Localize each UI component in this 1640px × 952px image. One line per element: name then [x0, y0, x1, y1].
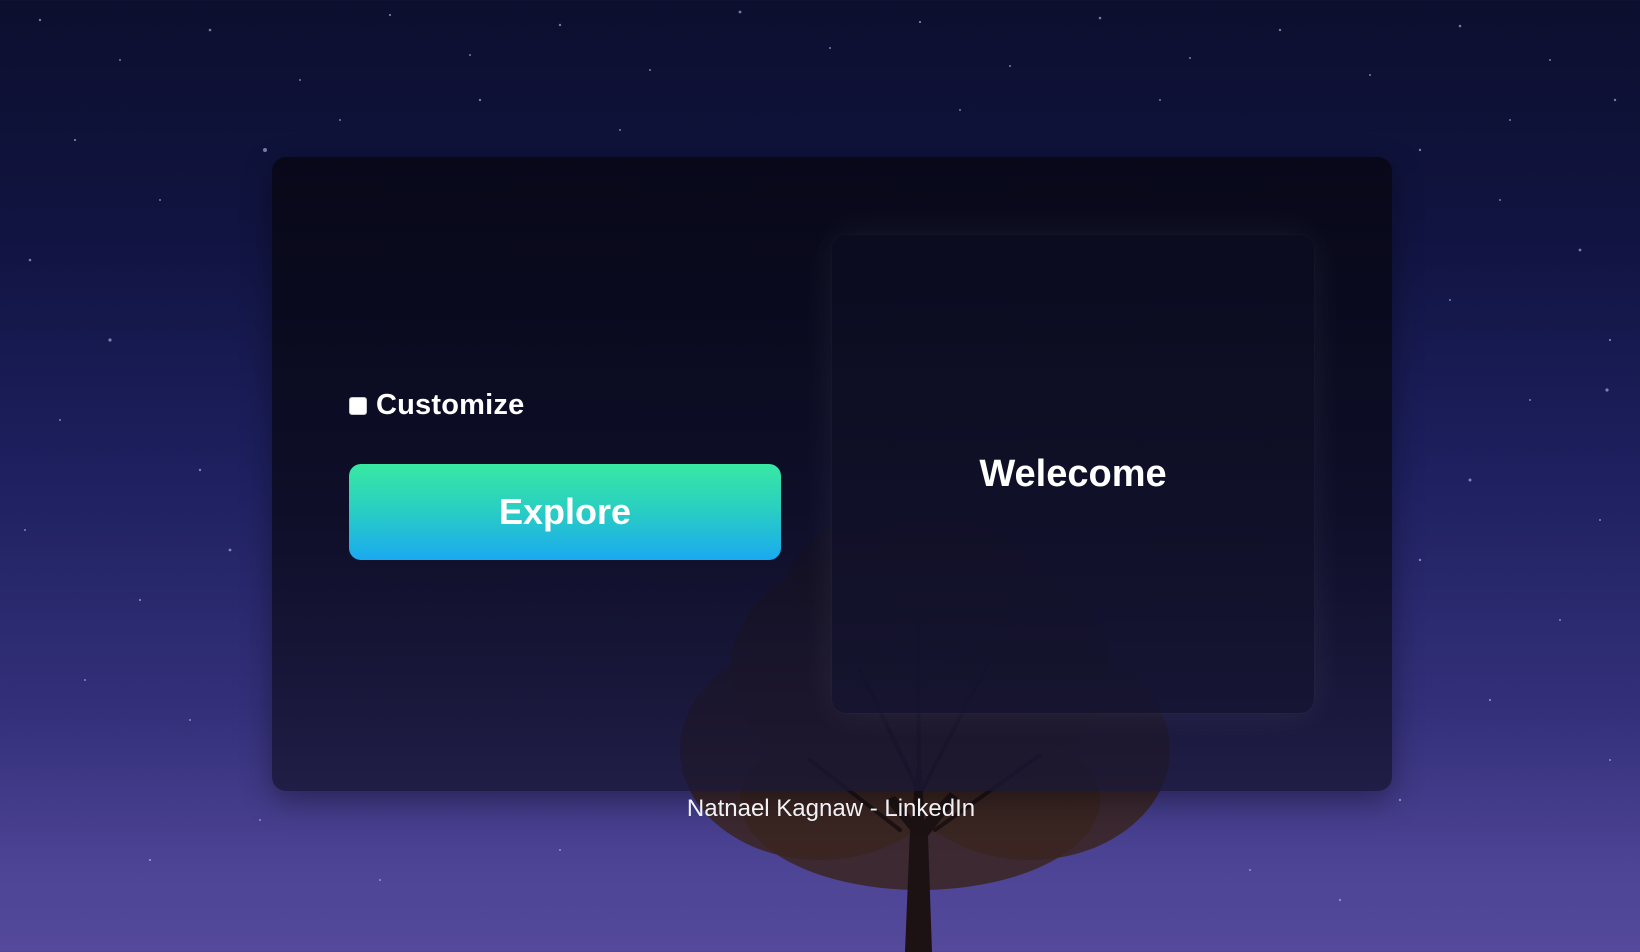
- explore-button[interactable]: Explore: [349, 464, 781, 560]
- customize-checkbox[interactable]: [349, 396, 367, 415]
- welcome-panel: Welecome: [832, 235, 1314, 713]
- welcome-heading: Welecome: [979, 452, 1167, 495]
- linkedin-link[interactable]: Natnael Kagnaw - LinkedIn: [0, 795, 1640, 823]
- customize-label[interactable]: Customize: [376, 389, 524, 422]
- customize-row[interactable]: Customize: [349, 389, 781, 422]
- controls-column: Customize Explore: [349, 389, 781, 560]
- main-card: Customize Explore Welecome: [272, 157, 1392, 791]
